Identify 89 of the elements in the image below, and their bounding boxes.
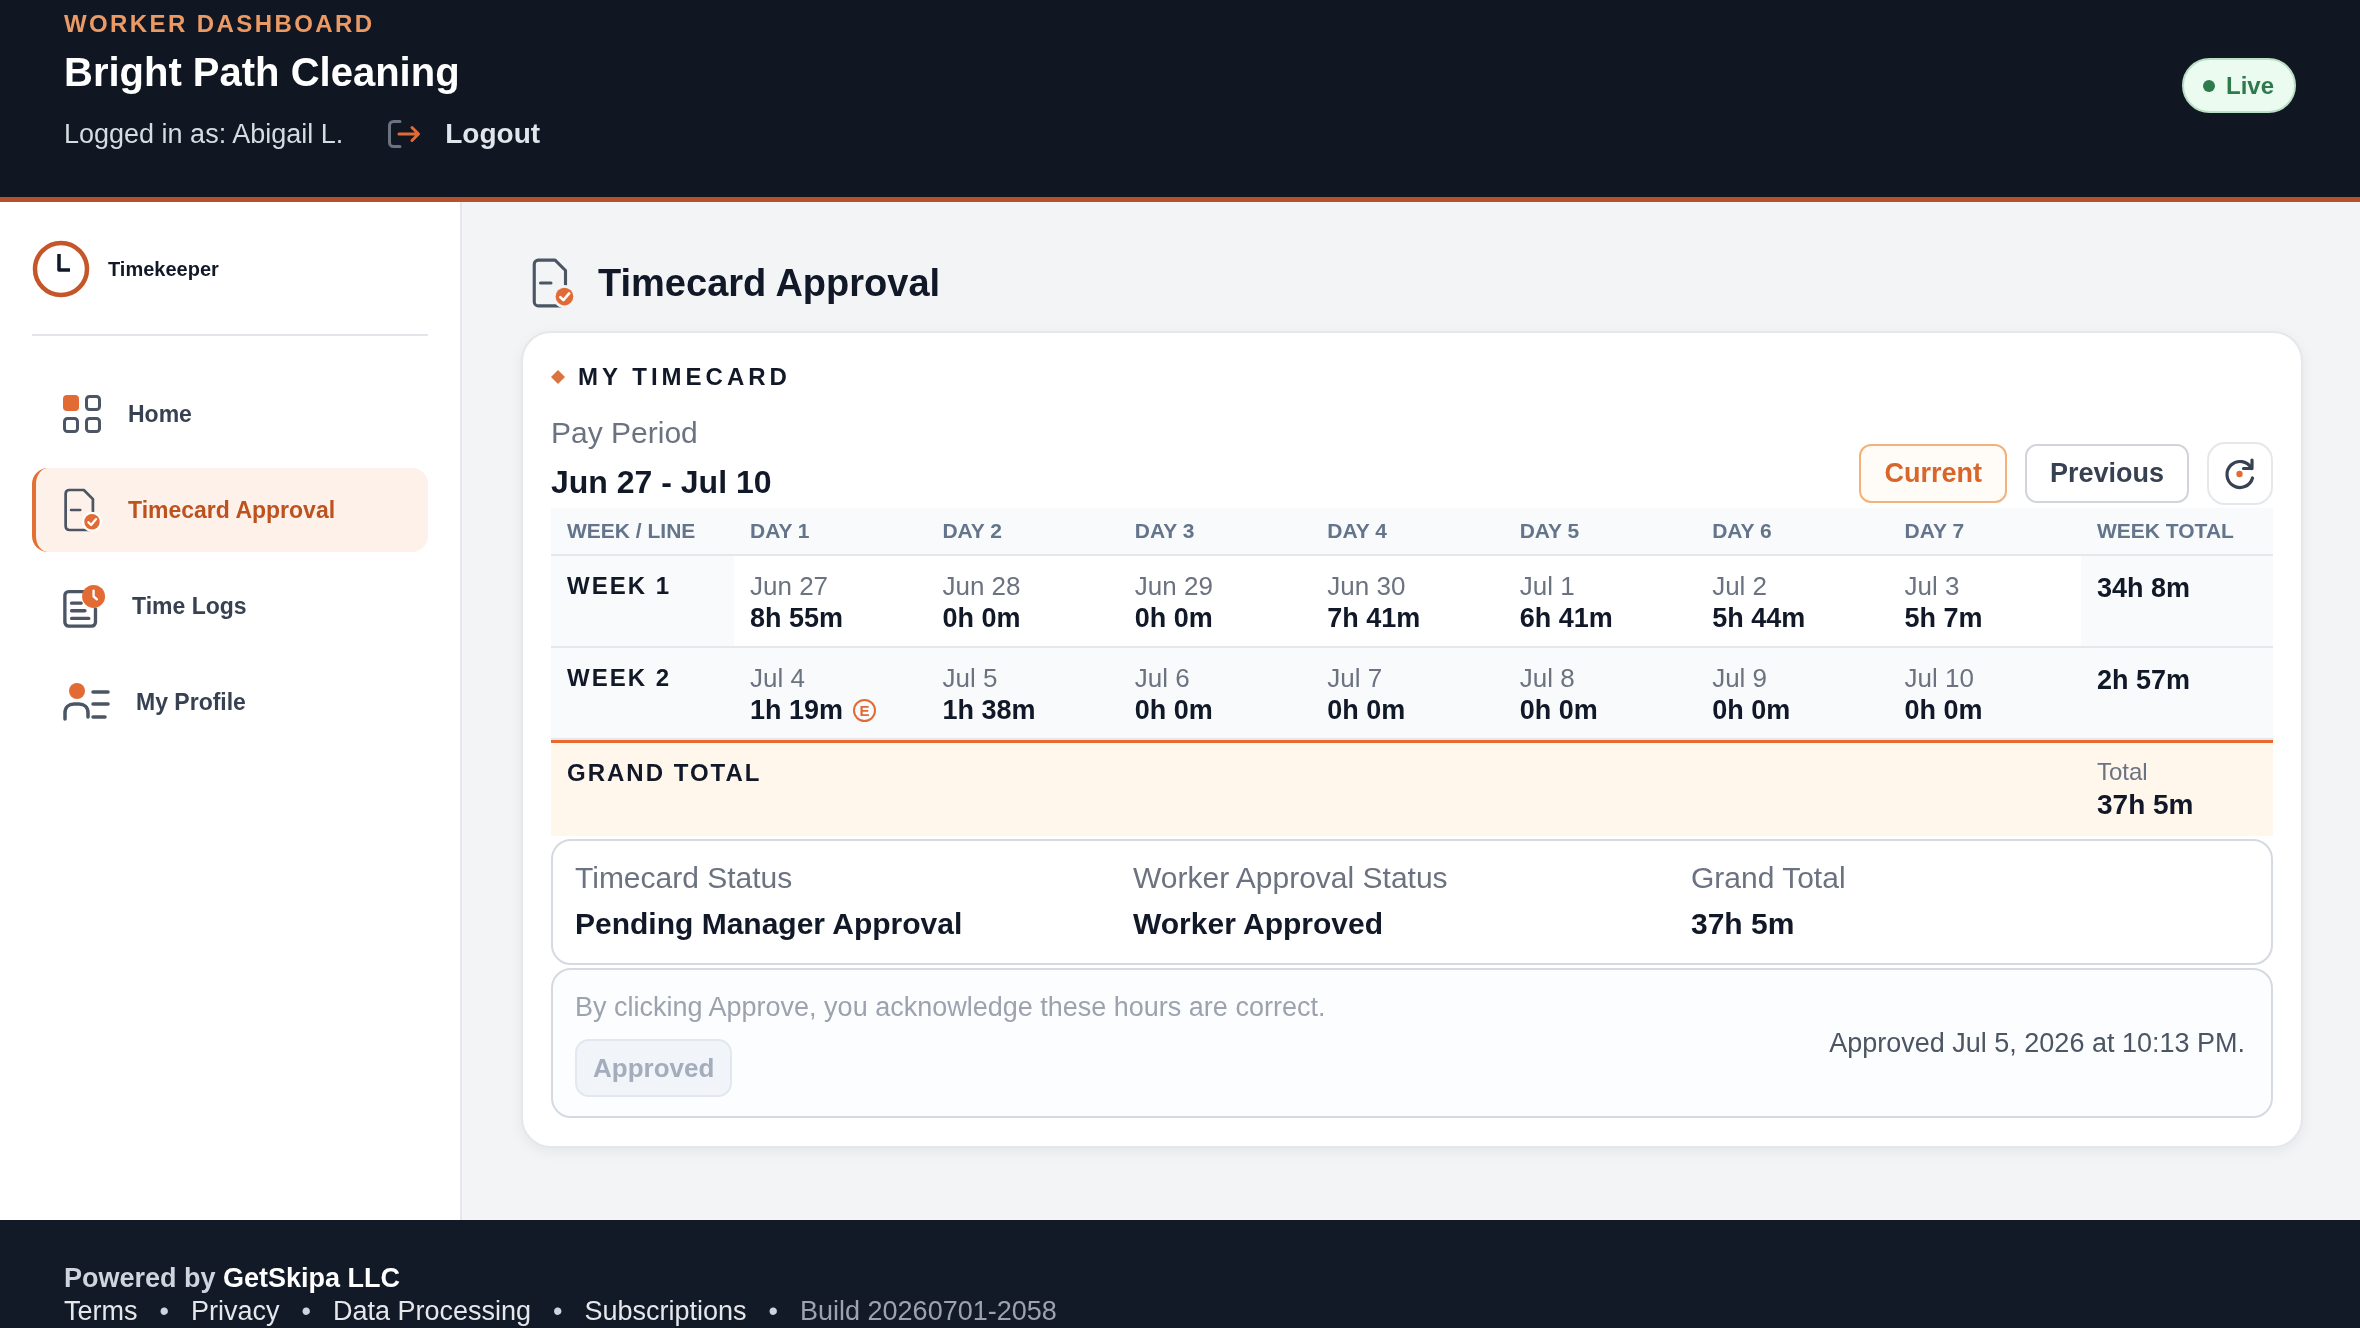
dashboard-eyebrow: WORKER DASHBOARD xyxy=(64,10,376,38)
day-hours: 5h 44m xyxy=(1712,602,1806,634)
refresh-button[interactable] xyxy=(2207,442,2273,505)
diamond-icon xyxy=(551,370,565,384)
footer-credit: Powered by GetSkipa LLC xyxy=(64,1262,402,1295)
footer-link[interactable]: Terms xyxy=(64,1296,138,1326)
week-total: 34h 8m xyxy=(2097,573,2191,603)
nav-item[interactable]: Timecard Approval xyxy=(32,468,428,552)
approval-notice: By clicking Approve, you acknowledge these hours are correct. xyxy=(575,991,1326,1024)
nav-item[interactable]: My Profile xyxy=(32,660,428,744)
day-hours: 0h 0m xyxy=(1712,694,1791,726)
logout-button[interactable]: Logout xyxy=(387,118,541,150)
bullet-separator: • xyxy=(159,1296,169,1326)
column-header: WEEK / LINE xyxy=(567,519,696,543)
day-date: Jul 3 xyxy=(1904,570,1961,602)
column-header: WEEK TOTAL xyxy=(2097,519,2234,543)
footer-link[interactable]: Privacy xyxy=(190,1296,280,1326)
day-date: Jul 10 xyxy=(1904,662,1975,694)
status-label: Timecard Status xyxy=(575,860,794,896)
period-range: Jun 27 - Jul 10 xyxy=(551,463,772,502)
day-hours: 0h 0m xyxy=(1134,602,1213,634)
day-hours: 0h 0m xyxy=(1134,694,1213,726)
edit-marker: E xyxy=(853,698,877,722)
day-hours: 0h 0m xyxy=(1904,694,1983,726)
day-date: Jul 2 xyxy=(1712,570,1769,602)
day-hours: 1h 38m xyxy=(942,694,1036,726)
grand-total-value: 37h 5m xyxy=(2097,788,2195,822)
column-header: DAY 6 xyxy=(1712,519,1772,543)
status-label: Live xyxy=(2225,71,2274,100)
day-date: Jul 7 xyxy=(1327,662,1384,694)
day-hours: 0h 0m xyxy=(1519,694,1598,726)
period-button[interactable]: Previous xyxy=(2024,444,2189,503)
status-value: Pending Manager Approval xyxy=(575,906,964,942)
week-label: WEEK 1 xyxy=(567,572,671,599)
nav-item[interactable]: Time Logs xyxy=(32,564,428,648)
week-total: 2h 57m xyxy=(2097,665,2191,695)
status-dot-icon xyxy=(2202,79,2215,92)
approval-timestamp: Approved Jul 5, 2026 at 10:13 PM. xyxy=(1829,1027,2245,1060)
logout-icon xyxy=(387,119,422,149)
status-label: Worker Approval Status xyxy=(1133,860,1449,896)
day-date: Jun 29 xyxy=(1134,570,1214,602)
logged-in-text: Logged in as: Abigail L. xyxy=(64,118,344,151)
build-label: Build 20260701-2058 xyxy=(800,1296,1057,1326)
day-date: Jun 30 xyxy=(1327,570,1407,602)
column-header: DAY 7 xyxy=(1904,519,1965,543)
day-hours: 0h 0m xyxy=(942,602,1021,634)
status-value: 37h 5m xyxy=(1691,906,1796,942)
day-hours: 5h 7m xyxy=(1904,602,1983,634)
period-label: Pay Period xyxy=(551,415,699,451)
day-date: Jun 27 xyxy=(750,570,830,602)
day-date: Jul 9 xyxy=(1712,662,1769,694)
grand-total-label: GRAND TOTAL xyxy=(567,759,762,786)
column-header: DAY 3 xyxy=(1134,519,1195,543)
grid-icon xyxy=(62,394,102,434)
clock-icon xyxy=(32,240,90,298)
bullet-separator: • xyxy=(301,1296,311,1326)
company-title: Bright Path Cleaning xyxy=(64,49,461,96)
nav-item[interactable]: Home xyxy=(32,372,428,456)
day-date: Jul 1 xyxy=(1519,570,1576,602)
day-date: Jul 6 xyxy=(1134,662,1191,694)
day-date: Jun 28 xyxy=(942,570,1022,602)
day-date: Jul 4 xyxy=(750,662,806,694)
document-check-icon xyxy=(530,258,576,308)
status-label: Grand Total xyxy=(1691,860,1847,896)
column-header: DAY 1 xyxy=(750,519,810,543)
status-value: Worker Approved xyxy=(1133,906,1385,942)
period-button[interactable]: Current xyxy=(1859,444,2007,503)
brand-name: Timekeeper xyxy=(108,257,219,281)
bullet-separator: • xyxy=(553,1296,563,1326)
column-header: DAY 5 xyxy=(1519,519,1580,543)
week-label: WEEK 2 xyxy=(567,664,671,691)
day-hours: 8h 55m xyxy=(750,602,844,634)
list-clock-icon xyxy=(62,584,106,628)
day-hours: 0h 0m xyxy=(1327,694,1406,726)
day-date: Jul 5 xyxy=(942,662,999,694)
section-title: MY TIMECARD xyxy=(578,363,791,391)
person-list-icon xyxy=(62,682,110,722)
column-header: DAY 2 xyxy=(942,519,1002,543)
footer-link[interactable]: Subscriptions xyxy=(584,1296,747,1326)
total-caption: Total xyxy=(2097,757,2149,787)
day-date: Jul 8 xyxy=(1519,662,1576,694)
day-hours: 7h 41m xyxy=(1327,602,1421,634)
column-header: DAY 4 xyxy=(1327,519,1387,543)
day-hours: 6h 41m xyxy=(1519,602,1613,634)
document-check-icon xyxy=(62,488,102,532)
footer-link[interactable]: Data Processing xyxy=(332,1296,532,1326)
day-hours: 1h 19m xyxy=(750,694,844,726)
bullet-separator: • xyxy=(768,1296,779,1326)
page-title: Timecard Approval xyxy=(598,261,941,306)
